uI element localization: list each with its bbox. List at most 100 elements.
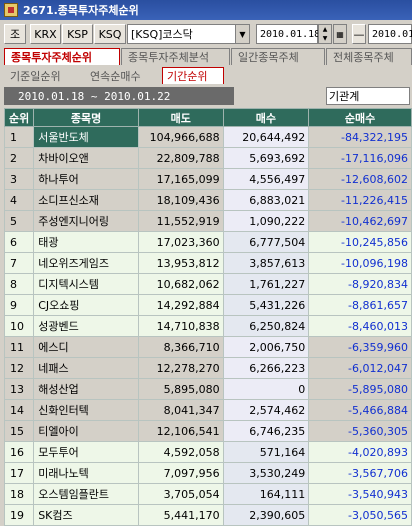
spin-down-icon[interactable]: ▼ [323,35,328,42]
stock-name-cell[interactable]: 하나투어 [33,168,139,190]
chevron-down-icon[interactable]: ▼ [235,25,249,43]
table-row[interactable]: 4 소디프신소재 18,109,436 6,883,021 -11,226,415 [3,189,412,211]
subtab-period-ranking[interactable]: 기간순위 [162,67,224,84]
net-buy-cell: -84,322,195 [308,126,412,148]
table-row[interactable]: 9 CJ오쇼핑 14,292,884 5,431,226 -8,861,657 [3,294,412,316]
stock-name-cell[interactable]: SK컴즈 [33,504,139,526]
subtab-base-date[interactable]: 기준일순위 [6,67,82,84]
market-krx-button[interactable]: KRX [30,24,61,44]
rank-cell: 14 [3,399,35,421]
stock-name-cell[interactable]: 신화인터텍 [33,399,139,421]
header-buy[interactable]: 매수 [222,108,310,127]
stock-name-cell[interactable]: 소디프신소재 [33,189,139,211]
buy-cell: 6,777,504 [222,231,310,253]
buy-cell: 6,746,235 [222,420,310,442]
table-body: 1 서울반도체 104,966,688 20,644,492 -84,322,195 2… [3,126,412,526]
sell-cell: 11,552,919 [137,210,224,232]
buy-cell: 6,250,824 [222,315,310,337]
table-row[interactable]: 3 하나투어 17,165,099 4,556,497 -12,608,602 [3,168,412,190]
tab-daily-investor[interactable]: 일간종목주체 [231,48,325,65]
table-row[interactable]: 17 미래나노텍 7,097,956 3,530,249 -3,567,706 [3,462,412,484]
table-row[interactable]: 13 해성산업 5,895,080 0 -5,895,080 [3,378,412,400]
date-to-input[interactable]: 2010.01 [368,24,412,44]
sell-cell: 13,953,812 [137,252,224,274]
table-row[interactable]: 11 에스디 8,366,710 2,006,750 -6,359,960 [3,336,412,358]
tab-all-investor[interactable]: 전체종목주체 [326,48,412,65]
rank-cell: 6 [3,231,35,253]
net-buy-cell: -6,359,960 [308,336,412,358]
period-range: 2010.01.18 ~ 2010.01.22 [4,87,234,105]
stock-name-cell[interactable]: 티엘아이 [33,420,139,442]
rank-cell: 11 [3,336,35,358]
tab-investor-ranking[interactable]: 종목투자주체순위 [4,48,120,65]
date-spinner[interactable]: ▲ ▼ [318,24,332,44]
stock-name-cell[interactable]: 네오위즈게임즈 [33,252,139,274]
net-buy-cell: -8,861,657 [308,294,412,316]
main-window: 2671.종목투자주체순위 조 KRX KSP KSQ [KSQ]코스닥 ▼ 2… [0,0,412,526]
stock-name-cell[interactable]: 모두투어 [33,441,139,463]
market-ksp-button[interactable]: KSP [62,24,93,44]
table-row[interactable]: 6 태광 17,023,360 6,777,504 -10,245,856 [3,231,412,253]
table-row[interactable]: 5 주성엔지니어링 11,552,919 1,090,222 -10,462,697 [3,210,412,232]
app-icon [4,3,18,17]
window-title: 2671.종목투자주체순위 [23,4,139,17]
buy-cell: 5,431,226 [222,294,310,316]
net-buy-cell: -10,096,198 [308,252,412,274]
table-row[interactable]: 7 네오위즈게임즈 13,953,812 3,857,613 -10,096,198 [3,252,412,274]
rank-cell: 19 [3,504,35,526]
buy-cell: 20,644,492 [222,126,310,148]
main-tabs: 종목투자주체순위 종목투자주체분석 일간종목주체 전체종목주체 [0,48,412,65]
rank-cell: 5 [3,210,35,232]
sell-cell: 17,023,360 [137,231,224,253]
market-ksq-button[interactable]: KSQ [94,24,126,44]
jo-button[interactable]: 조 [4,24,26,44]
header-sell[interactable]: 매도 [137,108,224,127]
tab-investor-analysis[interactable]: 종목투자주체분석 [121,48,230,65]
stock-name-cell[interactable]: 디지텍시스템 [33,273,139,295]
stock-name-cell[interactable]: 태광 [33,231,139,253]
stock-name-cell[interactable]: 에스디 [33,336,139,358]
table-row[interactable]: 8 디지텍시스템 10,682,062 1,761,227 -8,920,834 [3,273,412,295]
table-row[interactable]: 18 오스템임플란트 3,705,054 164,111 -3,540,943 [3,483,412,505]
calendar-icon[interactable]: ▦ [333,24,347,44]
rank-cell: 8 [3,273,35,295]
table-row[interactable]: 14 신화인터텍 8,041,347 2,574,462 -5,466,884 [3,399,412,421]
sell-cell: 3,705,054 [137,483,224,505]
sell-cell: 22,809,788 [137,147,224,169]
stock-name-cell[interactable]: 서울반도체 [33,126,139,148]
table-row[interactable]: 10 성광벤드 14,710,838 6,250,824 -8,460,013 [3,315,412,337]
stock-name-cell[interactable]: 성광벤드 [33,315,139,337]
investor-type-select[interactable]: 기관계 [326,87,410,105]
subtab-consecutive-buy[interactable]: 연속순매수 [86,67,160,84]
sell-cell: 8,366,710 [137,336,224,358]
stock-name-cell[interactable]: 오스템임플란트 [33,483,139,505]
stock-name-cell[interactable]: 해성산업 [33,378,139,400]
stock-name-cell[interactable]: 미래나노텍 [33,462,139,484]
stock-name-cell[interactable]: 주성엔지니어링 [33,210,139,232]
net-buy-cell: -17,116,096 [308,147,412,169]
date-from-input[interactable]: 2010.01.18 [256,24,320,44]
table-row[interactable]: 16 모두투어 4,592,058 571,164 -4,020,893 [3,441,412,463]
buy-cell: 6,266,223 [222,357,310,379]
buy-cell: 0 [222,378,310,400]
stock-name-cell[interactable]: 네패스 [33,357,139,379]
stock-name-cell[interactable]: 차바이오앤 [33,147,139,169]
header-net-buy[interactable]: 순매수 [308,108,412,127]
stock-name-cell[interactable]: CJ오쇼핑 [33,294,139,316]
market-select-value: [KSQ]코스닥 [131,28,193,41]
market-select[interactable]: [KSQ]코스닥 ▼ [127,24,250,44]
buy-cell: 1,761,227 [222,273,310,295]
header-rank[interactable]: 순위 [3,108,35,127]
sell-cell: 7,097,956 [137,462,224,484]
net-buy-cell: -5,895,080 [308,378,412,400]
sell-cell: 104,966,688 [137,126,224,148]
sell-cell: 17,165,099 [137,168,224,190]
table-row[interactable]: 2 차바이오앤 22,809,788 5,693,692 -17,116,096 [3,147,412,169]
spin-up-icon[interactable]: ▲ [323,26,328,33]
header-name[interactable]: 종목명 [33,108,139,127]
table-row[interactable]: 15 티엘아이 12,106,541 6,746,235 -5,360,305 [3,420,412,442]
net-buy-cell: -3,540,943 [308,483,412,505]
table-row[interactable]: 19 SK컴즈 5,441,170 2,390,605 -3,050,565 [3,504,412,526]
table-row[interactable]: 1 서울반도체 104,966,688 20,644,492 -84,322,195 [3,126,412,148]
table-row[interactable]: 12 네패스 12,278,270 6,266,223 -6,012,047 [3,357,412,379]
